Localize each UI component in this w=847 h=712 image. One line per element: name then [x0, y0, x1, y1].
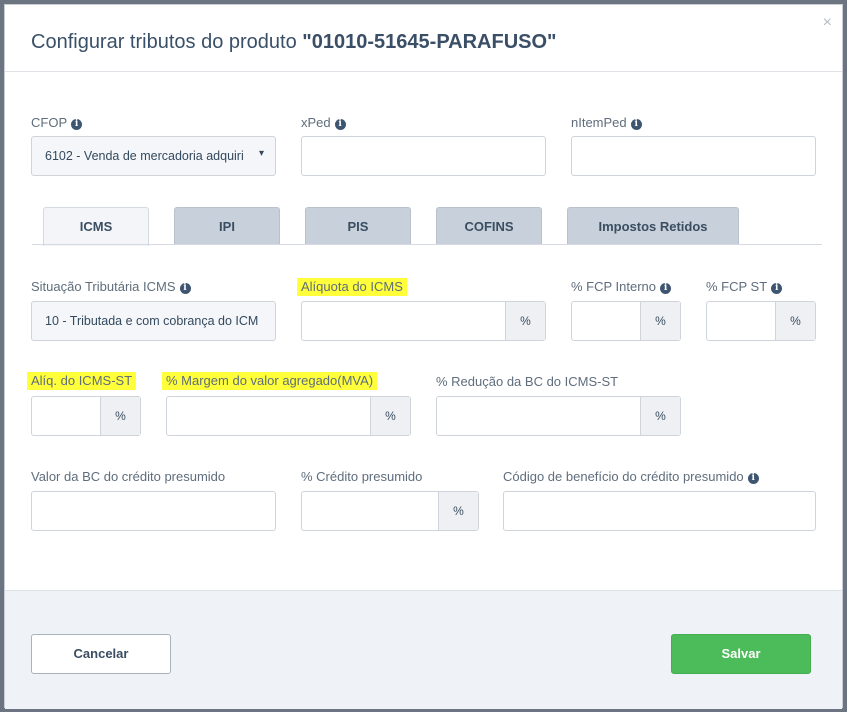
xped-label-text: xPed: [301, 115, 331, 130]
info-icon[interactable]: i: [771, 283, 783, 294]
codigo-beneficio-label-text: Código de benefício do crédito presumido: [503, 469, 744, 484]
info-icon[interactable]: i: [334, 119, 346, 130]
nitemped-label-text: nItemPed: [571, 115, 627, 130]
cfop-select-value: 6102 - Venda de mercadoria adquiri: [45, 149, 244, 163]
aliquota-icms-label: Alíquota do ICMS: [297, 278, 407, 296]
chevron-down-icon: ▾: [258, 148, 264, 159]
fcp-st-label-text: % FCP ST: [706, 279, 768, 294]
tab-impostos-retidos[interactable]: Impostos Retidos: [567, 207, 739, 245]
fcp-st-label: % FCP ST i: [706, 279, 783, 295]
nitemped-field[interactable]: [571, 136, 816, 176]
situacao-label: Situação Tributária ICMS i: [31, 279, 191, 295]
credito-presumido-field[interactable]: %: [301, 491, 479, 531]
cfop-label: CFOP i: [31, 115, 83, 131]
modal-title-text: Configurar tributos do produto: [31, 31, 303, 53]
valor-bc-credito-field[interactable]: [31, 491, 276, 531]
cancel-button[interactable]: Cancelar: [31, 634, 171, 674]
mva-input[interactable]: [167, 397, 370, 435]
fcp-interno-label-text: % FCP Interno: [571, 279, 657, 294]
aliquota-icms-input[interactable]: [302, 302, 505, 340]
cfop-label-text: CFOP: [31, 115, 68, 130]
product-name: "01010-51645-PARAFUSO": [302, 31, 557, 53]
nitemped-input[interactable]: [572, 137, 815, 175]
reducao-bc-input[interactable]: [437, 397, 640, 435]
credito-presumido-input[interactable]: [302, 492, 438, 530]
codigo-beneficio-label: Código de benefício do crédito presumido…: [503, 469, 759, 485]
credito-presumido-label: % Crédito presumido: [301, 469, 423, 484]
percent-addon: %: [370, 397, 410, 435]
percent-addon: %: [640, 302, 680, 340]
xped-input[interactable]: [302, 137, 545, 175]
percent-addon: %: [505, 302, 545, 340]
mva-label: % Margem do valor agregado(MVA): [162, 372, 378, 390]
tab-cofins[interactable]: COFINS: [436, 207, 542, 245]
valor-bc-credito-input[interactable]: [32, 492, 275, 530]
fcp-st-input[interactable]: [707, 302, 775, 340]
info-icon[interactable]: i: [179, 283, 191, 294]
info-icon[interactable]: i: [630, 119, 642, 130]
reducao-bc-field[interactable]: %: [436, 396, 681, 436]
situacao-select-value: 10 - Tributada e com cobrança do ICMS: [45, 314, 258, 328]
info-icon[interactable]: i: [660, 283, 672, 294]
aliq-icms-st-input[interactable]: [32, 397, 100, 435]
aliq-icms-st-label: Alíq. do ICMS-ST: [27, 372, 137, 390]
cfop-select[interactable]: 6102 - Venda de mercadoria adquiri ▾: [31, 136, 276, 176]
percent-addon: %: [640, 397, 680, 435]
close-icon[interactable]: ×: [823, 15, 832, 31]
modal-footer: Cancelar Salvar: [5, 590, 842, 709]
valor-bc-credito-label: Valor da BC do crédito presumido: [31, 469, 226, 484]
tab-ipi[interactable]: IPI: [174, 207, 280, 245]
fcp-st-field[interactable]: %: [706, 301, 816, 341]
mva-field[interactable]: %: [166, 396, 411, 436]
codigo-beneficio-field[interactable]: [503, 491, 816, 531]
info-icon[interactable]: i: [71, 119, 83, 130]
reducao-bc-label: % Redução da BC do ICMS-ST: [436, 374, 619, 389]
modal-header: Configurar tributos do produto "01010-51…: [5, 5, 842, 72]
tabs-divider: [32, 244, 822, 245]
situacao-select[interactable]: 10 - Tributada e com cobrança do ICMS: [31, 301, 276, 341]
percent-addon: %: [775, 302, 815, 340]
tab-icms[interactable]: ICMS: [43, 207, 149, 246]
xped-label: xPed i: [301, 115, 346, 131]
aliquota-icms-field[interactable]: %: [301, 301, 546, 341]
situacao-label-text: Situação Tributária ICMS: [31, 279, 176, 294]
configure-taxes-modal: Configurar tributos do produto "01010-51…: [4, 4, 843, 709]
nitemped-label: nItemPed i: [571, 115, 642, 131]
tab-pis[interactable]: PIS: [305, 207, 411, 245]
save-button[interactable]: Salvar: [671, 634, 811, 674]
codigo-beneficio-input[interactable]: [504, 492, 815, 530]
info-icon[interactable]: i: [747, 473, 759, 484]
fcp-interno-field[interactable]: %: [571, 301, 681, 341]
fcp-interno-input[interactable]: [572, 302, 640, 340]
xped-field[interactable]: [301, 136, 546, 176]
percent-addon: %: [100, 397, 140, 435]
modal-title: Configurar tributos do produto "01010-51…: [31, 31, 557, 54]
aliq-icms-st-field[interactable]: %: [31, 396, 141, 436]
percent-addon: %: [438, 492, 478, 530]
fcp-interno-label: % FCP Interno i: [571, 279, 672, 295]
